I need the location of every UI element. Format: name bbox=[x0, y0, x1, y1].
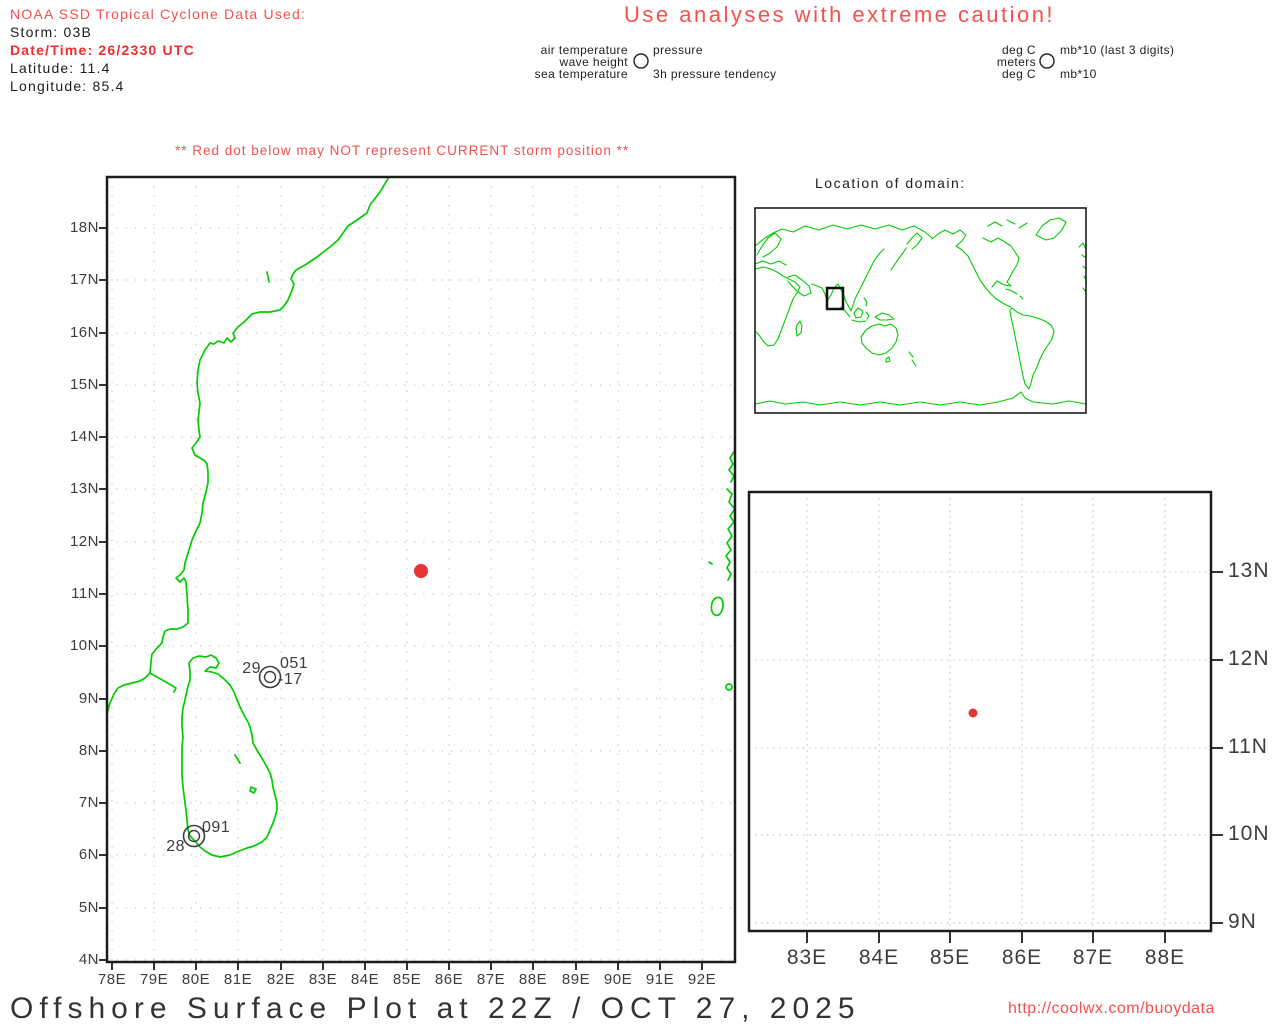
caution-banner: Use analyses with extreme caution! bbox=[624, 2, 1056, 27]
world-inset-frame bbox=[754, 207, 1087, 414]
main-map-x-tick-86E: 86E bbox=[434, 971, 464, 988]
main-map-x-tick-82E: 82E bbox=[266, 971, 296, 988]
main-map-y-tick-15N: 15N bbox=[69, 376, 99, 393]
zoom-map-x-tick-88E: 88E bbox=[1144, 946, 1186, 969]
main-map-x-tick-88E: 88E bbox=[518, 971, 548, 988]
legend-tendency-units: mb*10 bbox=[1060, 67, 1097, 81]
coastal-island-mark bbox=[266, 271, 270, 283]
storm-info-datetime: Date/Time: 26/2330 UTC bbox=[10, 42, 195, 58]
main-map-y-tick-4N: 4N bbox=[78, 951, 99, 968]
andaman-islands bbox=[708, 451, 736, 691]
storm-position-dot-zoom bbox=[968, 708, 978, 718]
gridlines bbox=[107, 177, 1211, 962]
main-map-x-tick-92E: 92E bbox=[687, 971, 717, 988]
main-map-y-tick-5N: 5N bbox=[78, 899, 99, 916]
storm-info-source: NOAA SSD Tropical Cyclone Data Used: bbox=[10, 6, 307, 22]
zoom-map-y-tick-11N: 11N bbox=[1228, 735, 1268, 758]
legend-sea-temperature-label: sea temperature bbox=[534, 67, 628, 81]
main-map-x-tick-78E: 78E bbox=[97, 971, 127, 988]
main-map-y-tick-12N: 12N bbox=[69, 533, 99, 550]
red-dot-warning: ** Red dot below may NOT represent CURRE… bbox=[175, 143, 630, 158]
world-inset-map bbox=[754, 207, 1087, 414]
main-map-x-tick-80E: 80E bbox=[181, 971, 211, 988]
storm-position-dot-main bbox=[414, 564, 428, 578]
legend-station-circle-right bbox=[1039, 53, 1055, 69]
main-map-y-tick-8N: 8N bbox=[78, 742, 99, 759]
station-1-inner-circle bbox=[263, 670, 277, 684]
sri-lanka-interior-marks bbox=[234, 754, 257, 794]
main-map-y-tick-6N: 6N bbox=[78, 846, 99, 863]
buoydata-link[interactable]: http://coolwx.com/buoydata bbox=[1008, 1000, 1215, 1018]
storm-info-latitude: Latitude: 11.4 bbox=[10, 60, 111, 76]
zoom-map-x-tick-83E: 83E bbox=[786, 946, 828, 969]
main-map-y-tick-14N: 14N bbox=[69, 428, 99, 445]
zoom-map-x-tick-84E: 84E bbox=[858, 946, 900, 969]
station-1-air-temperature: 29 bbox=[242, 660, 261, 677]
main-map-y-tick-10N: 10N bbox=[69, 637, 99, 654]
legend-pressure-label: pressure bbox=[653, 43, 703, 57]
zoom-map-y-tick-9N: 9N bbox=[1228, 910, 1257, 933]
main-map-x-tick-91E: 91E bbox=[645, 971, 675, 988]
station-plot-circles bbox=[182, 665, 282, 848]
zoom-map-y-tick-10N: 10N bbox=[1228, 822, 1270, 845]
storm-info-longitude: Longitude: 85.4 bbox=[10, 78, 125, 94]
zoom-map-x-tick-85E: 85E bbox=[929, 946, 971, 969]
legend-station-circle-left bbox=[633, 53, 649, 69]
main-map-x-tick-81E: 81E bbox=[223, 971, 253, 988]
india-east-coastline bbox=[106, 176, 390, 715]
main-map-y-tick-16N: 16N bbox=[69, 324, 99, 341]
zoom-map-x-tick-87E: 87E bbox=[1072, 946, 1114, 969]
main-map-y-tick-11N: 11N bbox=[71, 585, 99, 602]
main-map-y-tick-7N: 7N bbox=[78, 794, 99, 811]
inset-map-title: Location of domain: bbox=[815, 175, 966, 191]
station-2-air-temperature: 28 bbox=[166, 838, 185, 855]
main-map-y-tick-9N: 9N bbox=[78, 690, 99, 707]
main-map-x-tick-87E: 87E bbox=[476, 971, 506, 988]
zoom-map-x-tick-86E: 86E bbox=[1001, 946, 1043, 969]
world-coastlines bbox=[754, 217, 1087, 406]
main-map-y-tick-18N: 18N bbox=[69, 219, 99, 236]
axis-tick-marks bbox=[99, 227, 1223, 970]
plot-title: Offshore Surface Plot at 22Z / OCT 27, 2… bbox=[10, 992, 861, 1025]
main-map-x-tick-89E: 89E bbox=[561, 971, 591, 988]
main-map-x-tick-90E: 90E bbox=[603, 971, 633, 988]
station-2-pressure: 091 bbox=[202, 819, 231, 836]
legend-pressure-tendency-label: 3h pressure tendency bbox=[653, 67, 777, 81]
main-map-x-tick-83E: 83E bbox=[308, 971, 338, 988]
main-map-y-tick-13N: 13N bbox=[69, 480, 99, 497]
legend-sea-temp-units: deg C bbox=[1001, 67, 1036, 81]
main-map-coastlines bbox=[106, 176, 736, 858]
main-map-x-tick-84E: 84E bbox=[350, 971, 380, 988]
offshore-surface-plot-page: { "header": { "data_source": "NOAA SSD T… bbox=[0, 0, 1280, 1025]
zoom-map-y-tick-12N: 12N bbox=[1228, 647, 1270, 670]
domain-location-rectangle bbox=[825, 286, 845, 311]
main-map-x-tick-79E: 79E bbox=[139, 971, 169, 988]
storm-info-block: NOAA SSD Tropical Cyclone Data Used: Sto… bbox=[10, 5, 306, 95]
legend-pressure-units: mb*10 (last 3 digits) bbox=[1060, 43, 1175, 57]
storm-info-storm: Storm: 03B bbox=[10, 24, 93, 40]
main-map-x-tick-85E: 85E bbox=[392, 971, 422, 988]
station-1-pressure-tendency: -17 bbox=[278, 671, 303, 688]
main-map-y-tick-17N: 17N bbox=[69, 271, 99, 288]
zoom-map-y-tick-13N: 13N bbox=[1228, 559, 1270, 582]
zoom-map-frame bbox=[747, 490, 1213, 933]
